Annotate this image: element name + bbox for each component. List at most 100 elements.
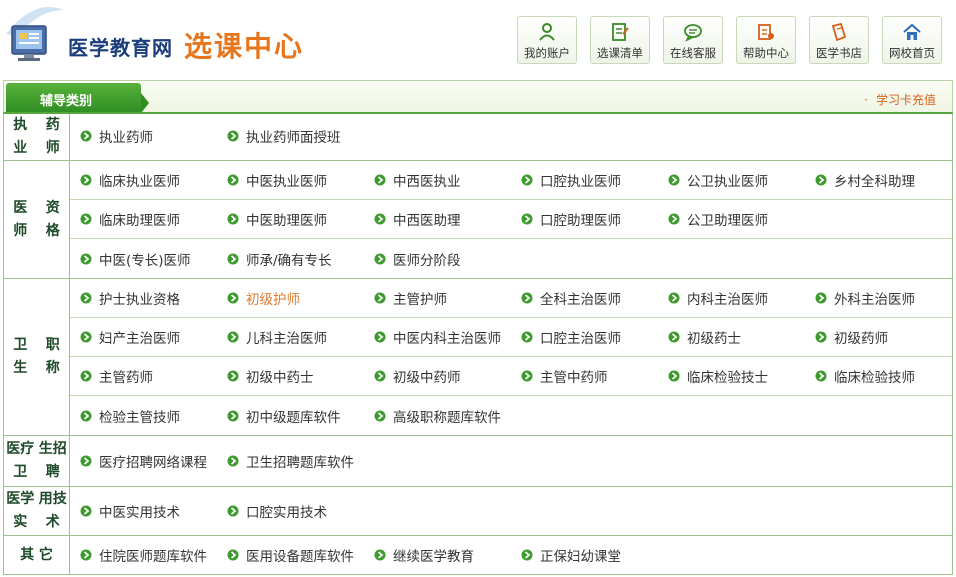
- course-link[interactable]: 主管中药师: [521, 357, 608, 395]
- course-link[interactable]: 护士执业资格: [80, 279, 180, 317]
- help-center-button[interactable]: 帮助中心: [736, 16, 796, 64]
- arrow-bullet-icon: [815, 292, 827, 304]
- course-link[interactable]: 住院医师题库软件: [80, 536, 207, 574]
- category-tabbar: 辅导类别 · 学习卡充值: [3, 80, 953, 113]
- course-link[interactable]: 初级护师: [227, 279, 300, 317]
- my-account-button[interactable]: 我的账户: [517, 16, 577, 64]
- category-label-line: 生招聘: [38, 441, 67, 480]
- header: 医学教育网 选课中心 我的账户 选课清单 在线客服 帮助中心 医学书店 网校首页: [0, 0, 956, 78]
- course-link[interactable]: 主管护师: [374, 279, 447, 317]
- course-link-label: 卫生招聘题库软件: [246, 455, 354, 471]
- course-link[interactable]: 内科主治医师: [668, 279, 768, 317]
- course-link[interactable]: 初级中药师: [374, 357, 461, 395]
- category-label-line: 资 格: [45, 199, 60, 239]
- category-label: 医疗卫 生招聘: [4, 436, 70, 486]
- course-link[interactable]: 儿科主治医师: [227, 318, 327, 356]
- my-account-label: 我的账户: [524, 46, 570, 60]
- course-link[interactable]: 正保妇幼课堂: [521, 536, 621, 574]
- course-link[interactable]: 公卫助理医师: [668, 200, 768, 238]
- course-link[interactable]: 中医内科主治医师: [374, 318, 501, 356]
- course-link[interactable]: 医用设备题库软件: [227, 536, 354, 574]
- course-link[interactable]: 全科主治医师: [521, 279, 621, 317]
- category-group: 执 业 药 师 执业药师 执业药师面授班: [4, 114, 952, 161]
- course-link[interactable]: 执业药师: [80, 114, 153, 158]
- category-label-line: 执 业: [13, 117, 28, 156]
- course-link[interactable]: 执业药师面授班: [227, 114, 341, 158]
- course-link[interactable]: 口腔主治医师: [521, 318, 621, 356]
- course-link[interactable]: 卫生招聘题库软件: [227, 436, 354, 486]
- course-link-label: 中医实用技术: [99, 505, 180, 521]
- arrow-bullet-icon: [815, 331, 827, 343]
- category-rows: 医疗招聘网络课程 卫生招聘题库软件: [70, 436, 952, 486]
- course-link[interactable]: 中医实用技术: [80, 487, 180, 535]
- course-link[interactable]: 中西医执业: [374, 161, 461, 199]
- category-label-line: 其 它: [20, 546, 53, 563]
- arrow-bullet-icon: [668, 370, 680, 382]
- tab-tutoring-category-label: 辅导类别: [40, 94, 93, 109]
- arrow-bullet-icon: [80, 549, 92, 561]
- course-link[interactable]: 初中级题库软件: [227, 396, 341, 435]
- arrow-bullet-icon: [374, 174, 386, 186]
- tab-tutoring-category[interactable]: 辅导类别: [6, 83, 149, 113]
- school-home-label: 网校首页: [889, 46, 935, 60]
- course-link[interactable]: 中西医助理: [374, 200, 461, 238]
- course-link-label: 中医内科主治医师: [393, 331, 501, 347]
- course-category-grid: 执 业 药 师 执业药师 执业药师面授班医 师 资 格 临床执业医师 中医执业医师 中西医执业…: [3, 112, 953, 575]
- course-link[interactable]: 妇产主治医师: [80, 318, 180, 356]
- course-list-button[interactable]: 选课清单: [590, 16, 650, 64]
- course-link-label: 全科主治医师: [540, 292, 621, 308]
- course-link[interactable]: 临床执业医师: [80, 161, 180, 199]
- course-link-label: 临床执业医师: [99, 174, 180, 190]
- course-link-label: 师承/确有专长: [246, 252, 332, 269]
- course-link-label: 继续医学教育: [393, 549, 474, 565]
- course-link[interactable]: 中医执业医师: [227, 161, 327, 199]
- course-link[interactable]: 临床检验技师: [815, 357, 915, 395]
- course-link[interactable]: 检验主管技师: [80, 396, 180, 435]
- course-link-label: 临床检验技士: [687, 370, 768, 386]
- arrow-bullet-icon: [374, 410, 386, 421]
- course-link[interactable]: 主管药师: [80, 357, 153, 395]
- help-center-label: 帮助中心: [743, 46, 789, 60]
- course-link[interactable]: 师承/确有专长: [227, 239, 332, 278]
- arrow-bullet-icon: [80, 410, 92, 421]
- home-icon: [903, 23, 921, 40]
- course-link[interactable]: 外科主治医师: [815, 279, 915, 317]
- online-service-button[interactable]: 在线客服: [663, 16, 723, 64]
- course-link[interactable]: 初级中药士: [227, 357, 314, 395]
- course-link[interactable]: 继续医学教育: [374, 536, 474, 574]
- course-row: 护士执业资格 初级护师 主管护师 全科主治医师 内科主治医师 外科主治医师: [70, 279, 952, 318]
- course-link[interactable]: 口腔执业医师: [521, 161, 621, 199]
- medical-bookstore-button[interactable]: 医学书店: [809, 16, 869, 64]
- arrow-bullet-icon: [521, 331, 533, 343]
- course-link[interactable]: 口腔实用技术: [227, 487, 327, 535]
- course-link[interactable]: 高级职称题库软件: [374, 396, 501, 435]
- course-link[interactable]: 医师分阶段: [374, 239, 461, 278]
- course-link[interactable]: 初级药士: [668, 318, 741, 356]
- course-link[interactable]: 公卫执业医师: [668, 161, 768, 199]
- course-row: 临床执业医师 中医执业医师 中西医执业 口腔执业医师 公卫执业医师 乡村全科助理: [70, 161, 952, 200]
- course-link-label: 医师分阶段: [393, 252, 461, 269]
- course-link-label: 执业药师面授班: [246, 130, 341, 146]
- course-link[interactable]: 中医(专长)医师: [80, 239, 191, 278]
- course-list-label: 选课清单: [597, 46, 643, 60]
- arrow-bullet-icon: [668, 213, 680, 225]
- course-link[interactable]: 初级药师: [815, 318, 888, 356]
- course-link[interactable]: 口腔助理医师: [521, 200, 621, 238]
- category-label: 其 它: [4, 536, 70, 574]
- course-link[interactable]: 临床检验技士: [668, 357, 768, 395]
- arrow-bullet-icon: [521, 292, 533, 304]
- course-row: 医疗招聘网络课程 卫生招聘题库软件: [70, 436, 952, 486]
- arrow-bullet-icon: [668, 331, 680, 343]
- course-link-label: 住院医师题库软件: [99, 549, 207, 565]
- course-row: 检验主管技师 初中级题库软件 高级职称题库软件: [70, 396, 952, 435]
- course-link[interactable]: 临床助理医师: [80, 200, 180, 238]
- course-link[interactable]: 医疗招聘网络课程: [80, 436, 207, 486]
- course-link[interactable]: 中医助理医师: [227, 200, 327, 238]
- course-link-label: 护士执业资格: [99, 292, 180, 308]
- chat-icon: [684, 24, 702, 42]
- study-card-recharge-link[interactable]: · 学习卡充值: [864, 91, 936, 108]
- arrow-bullet-icon: [374, 292, 386, 304]
- course-link[interactable]: 乡村全科助理: [815, 161, 915, 199]
- school-home-button[interactable]: 网校首页: [882, 16, 942, 64]
- course-link-label: 初级护师: [246, 292, 300, 308]
